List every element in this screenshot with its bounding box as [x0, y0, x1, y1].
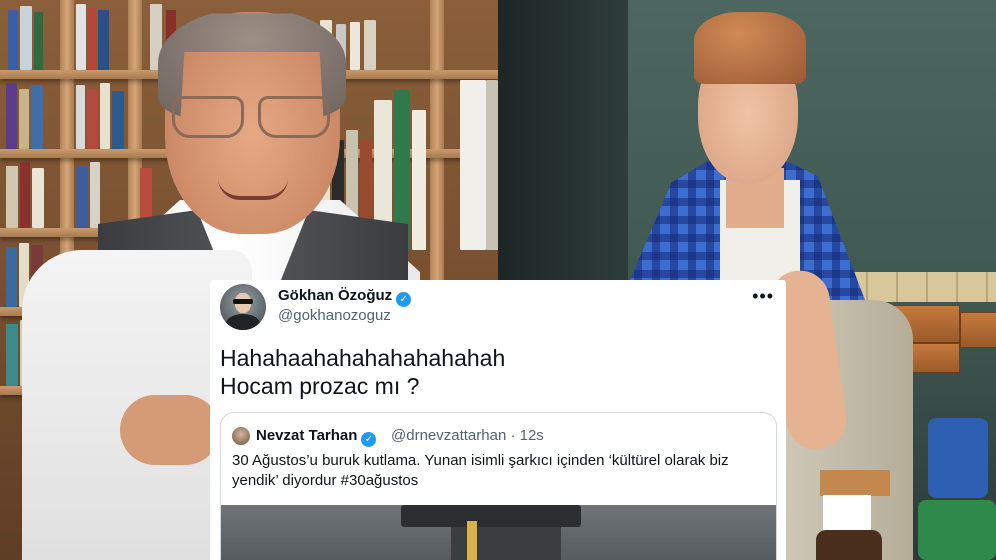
pant-cuff	[820, 470, 890, 496]
glasses	[172, 96, 332, 138]
more-options-icon[interactable]: •••	[752, 286, 774, 307]
quoted-author-handle-time[interactable]: @drnevzattarhan · 12s	[391, 427, 544, 444]
tweet-text: Hahahaahahahahahahahah Hocam prozac mı ?	[220, 344, 760, 400]
crate	[960, 312, 996, 348]
quoted-tweet-media[interactable]	[221, 505, 776, 560]
sock	[823, 495, 871, 535]
green-canister	[918, 500, 996, 560]
smile	[218, 178, 288, 200]
author-name-text[interactable]: Gökhan Özoğuz	[278, 287, 392, 304]
tweet-text-line: Hocam prozac mı ?	[220, 373, 420, 399]
tweet-card[interactable]: Gökhan Özoğuz ✓ @gokhanozoguz ••• Hahahaa…	[210, 280, 786, 560]
quoted-tweet[interactable]: Nevzat Tarhan ✓ @drnevzattarhan · 12s 30 …	[220, 412, 777, 560]
quoted-author-avatar[interactable]	[232, 427, 250, 445]
man-hair	[694, 12, 806, 84]
blue-canister	[928, 418, 988, 498]
quoted-author-name-text[interactable]: Nevzat Tarhan	[256, 427, 357, 444]
verified-badge-icon: ✓	[361, 432, 377, 447]
author-avatar[interactable]	[220, 284, 266, 330]
shoe	[816, 530, 882, 560]
author-handle[interactable]: @gokhanozoguz	[278, 307, 391, 324]
tweet-text-line: Hahahaahahahahahahahah	[220, 345, 506, 371]
quoted-tweet-text: 30 Ağustos’u buruk kutlama. Yunan isimli…	[232, 452, 729, 489]
man-hand	[120, 395, 220, 465]
quoted-author-name[interactable]: Nevzat Tarhan ✓	[256, 427, 377, 447]
author-name[interactable]: Gökhan Özoğuz ✓	[278, 287, 412, 307]
verified-badge-icon: ✓	[396, 292, 412, 307]
